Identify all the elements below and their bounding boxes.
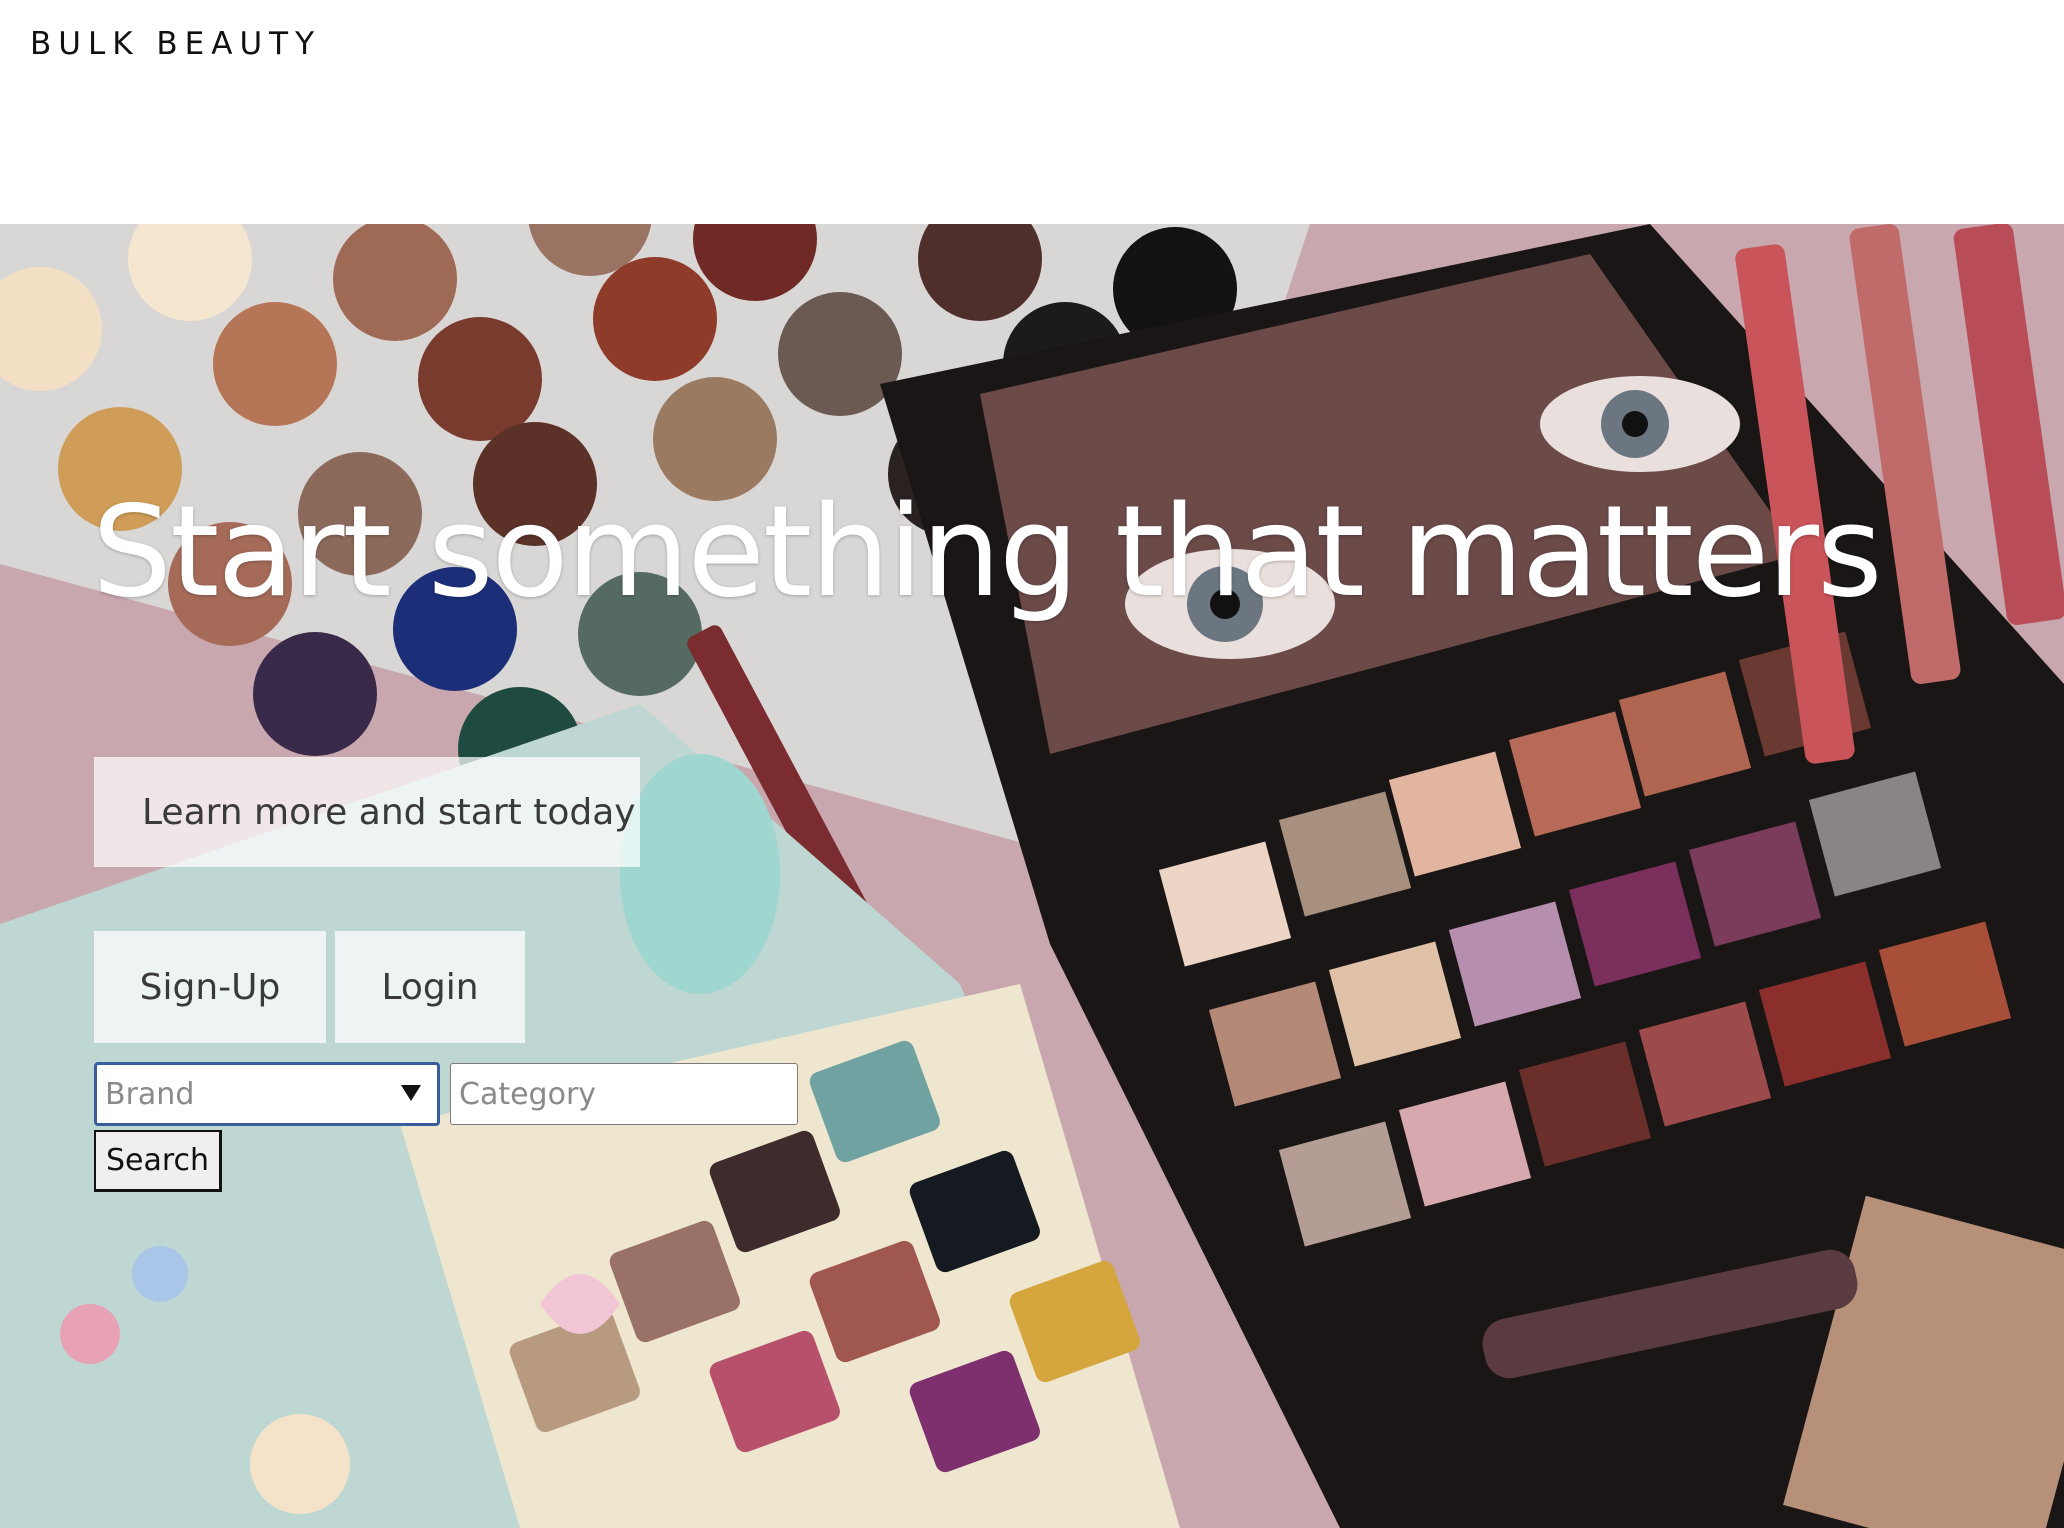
login-button[interactable]: Login xyxy=(335,931,525,1043)
search-button[interactable]: Search xyxy=(94,1130,222,1192)
category-input[interactable] xyxy=(450,1063,798,1125)
signup-button[interactable]: Sign-Up xyxy=(94,931,326,1043)
hero-title: Start something that matters xyxy=(92,478,1883,625)
site-header: BULK BEAUTY xyxy=(0,0,2064,224)
learn-more-button[interactable]: Learn more and start today xyxy=(94,757,640,867)
hero-background-image xyxy=(0,224,2064,1528)
hero-section: Start something that matters Learn more … xyxy=(0,224,2064,1528)
brand-select-value: Brand xyxy=(105,1076,195,1112)
dropdown-caret-icon xyxy=(401,1085,421,1101)
brand-logo[interactable]: BULK BEAUTY xyxy=(30,26,321,62)
brand-select[interactable]: Brand xyxy=(94,1062,440,1126)
